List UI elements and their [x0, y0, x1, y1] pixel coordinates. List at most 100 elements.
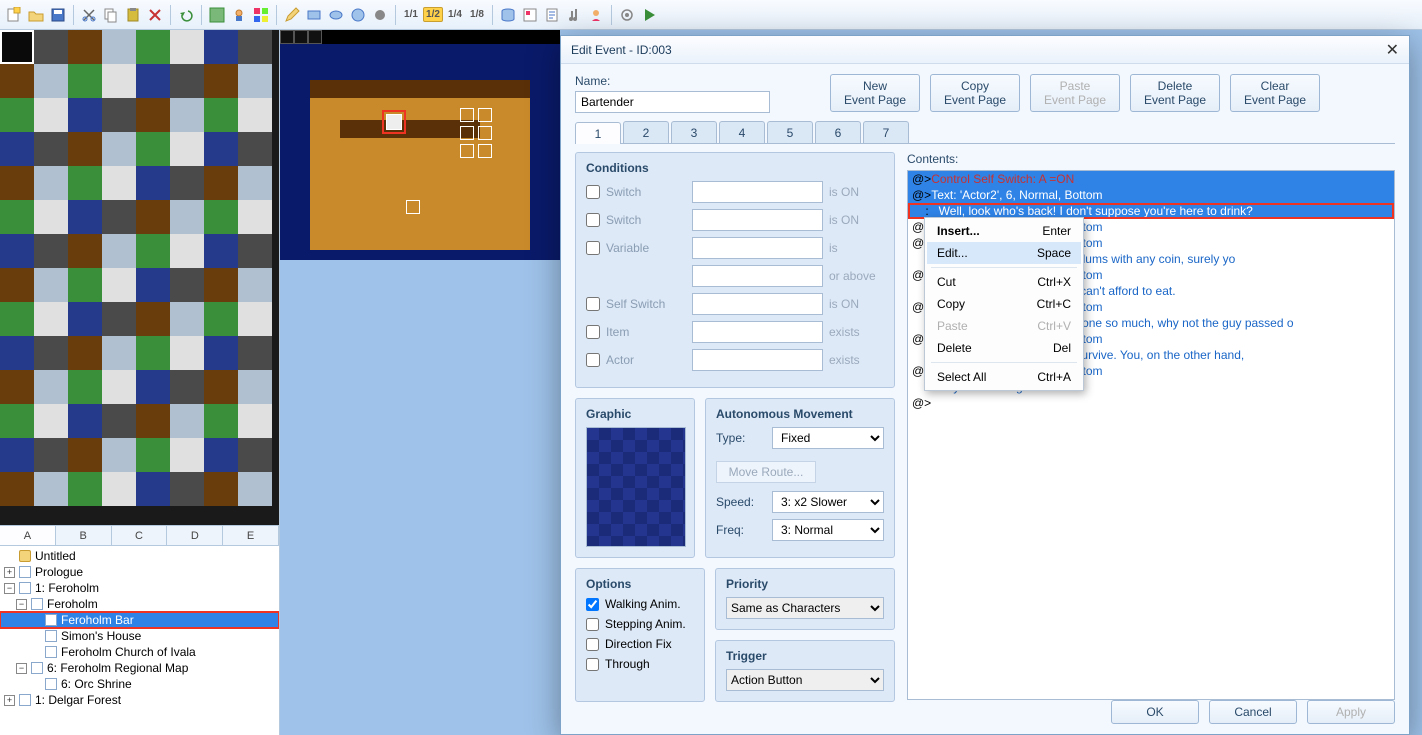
shadow-tool-icon[interactable]	[370, 5, 390, 25]
condition-checkbox[interactable]	[586, 353, 600, 367]
tileset-tab-c[interactable]: C	[112, 526, 168, 545]
graphic-preview[interactable]	[586, 427, 686, 547]
tree-expander-icon[interactable]: +	[4, 567, 15, 578]
event-page-tab-1[interactable]: 1	[575, 122, 621, 144]
condition-combo[interactable]	[692, 321, 823, 343]
save-icon[interactable]	[48, 5, 68, 25]
ctx-copy[interactable]: CopyCtrl+C	[927, 293, 1081, 315]
move-speed-select[interactable]: 3: x2 Slower	[772, 491, 884, 513]
map-tree-item[interactable]: −1: Feroholm	[0, 580, 279, 596]
move-type-select[interactable]: Fixed	[772, 427, 884, 449]
map-tree-item[interactable]: Feroholm Church of Ivala	[0, 644, 279, 660]
new-event-page-button[interactable]: NewEvent Page	[830, 74, 920, 112]
ctx-selectall[interactable]: Select AllCtrl+A	[927, 366, 1081, 388]
event-page-tab-3[interactable]: 3	[671, 121, 717, 143]
event-name-input[interactable]	[575, 91, 770, 113]
event-page-tab-7[interactable]: 7	[863, 121, 909, 143]
zoom-1-8[interactable]: 1/8	[467, 5, 487, 25]
map-tree-item[interactable]: +Prologue	[0, 564, 279, 580]
new-project-icon[interactable]	[4, 5, 24, 25]
cancel-button[interactable]: Cancel	[1209, 700, 1297, 724]
resource-icon[interactable]	[520, 5, 540, 25]
apply-button[interactable]: Apply	[1307, 700, 1395, 724]
map-tree-item[interactable]: 6: Orc Shrine	[0, 676, 279, 692]
event-command-line[interactable]: @>	[908, 395, 1394, 411]
map-canvas[interactable]	[280, 30, 560, 260]
condition-combo[interactable]	[692, 237, 823, 259]
map-tree-item[interactable]: −Feroholm	[0, 596, 279, 612]
close-icon[interactable]: ✕	[1386, 40, 1399, 60]
event-command-line[interactable]: @>Control Self Switch: A =ON	[908, 171, 1394, 187]
copy-icon[interactable]	[101, 5, 121, 25]
tree-expander-icon[interactable]: −	[16, 599, 27, 610]
event-mode-icon[interactable]	[229, 5, 249, 25]
map-tree-item[interactable]: Simon's House	[0, 628, 279, 644]
event-command-line[interactable]: @>Text: 'Actor2', 6, Normal, Bottom	[908, 187, 1394, 203]
dialog-titlebar[interactable]: Edit Event - ID:003 ✕	[561, 36, 1409, 64]
fill-tool-icon[interactable]	[348, 5, 368, 25]
priority-select[interactable]: Same as Characters	[726, 597, 884, 619]
playtest-icon[interactable]	[639, 5, 659, 25]
condition-checkbox[interactable]	[586, 325, 600, 339]
option-checkbox[interactable]	[586, 598, 599, 611]
zoom-1-4[interactable]: 1/4	[445, 5, 465, 25]
delete-event-page-button[interactable]: DeleteEvent Page	[1130, 74, 1220, 112]
option-checkbox[interactable]	[586, 658, 599, 671]
event-page-tab-6[interactable]: 6	[815, 121, 861, 143]
paste-event-page-button[interactable]: PasteEvent Page	[1030, 74, 1120, 112]
tileset-tab-e[interactable]: E	[223, 526, 279, 545]
condition-combo[interactable]	[692, 293, 823, 315]
map-tree-item[interactable]: −6: Feroholm Regional Map	[0, 660, 279, 676]
tileset-tab-a[interactable]: A	[0, 526, 56, 545]
ellipse-tool-icon[interactable]	[326, 5, 346, 25]
tree-expander-icon[interactable]: −	[4, 583, 15, 594]
event-page-tab-2[interactable]: 2	[623, 121, 669, 143]
zoom-1-2[interactable]: 1/2	[423, 5, 443, 25]
character-gen-icon[interactable]	[586, 5, 606, 25]
tileset-tab-d[interactable]: D	[167, 526, 223, 545]
settings-icon[interactable]	[617, 5, 637, 25]
ctx-delete[interactable]: DeleteDel	[927, 337, 1081, 359]
map-tree-item[interactable]: Feroholm Bar	[0, 612, 279, 628]
option-checkbox[interactable]	[586, 638, 599, 651]
condition-checkbox[interactable]	[586, 185, 600, 199]
ok-button[interactable]: OK	[1111, 700, 1199, 724]
map-tree[interactable]: Untitled+Prologue−1: Feroholm−FeroholmFe…	[0, 545, 279, 735]
move-route-button[interactable]: Move Route...	[716, 461, 816, 483]
script-icon[interactable]	[542, 5, 562, 25]
map-mode-icon[interactable]	[207, 5, 227, 25]
undo-icon[interactable]	[176, 5, 196, 25]
sound-icon[interactable]	[564, 5, 584, 25]
zoom-1-1[interactable]: 1/1	[401, 5, 421, 25]
trigger-select[interactable]: Action Button	[726, 669, 884, 691]
option-checkbox[interactable]	[586, 618, 599, 631]
pencil-icon[interactable]	[282, 5, 302, 25]
condition-checkbox[interactable]	[586, 241, 600, 255]
rect-tool-icon[interactable]	[304, 5, 324, 25]
ctx-cut[interactable]: CutCtrl+X	[927, 271, 1081, 293]
tree-expander-icon[interactable]: +	[4, 695, 15, 706]
event-page-tab-5[interactable]: 5	[767, 121, 813, 143]
paste-icon[interactable]	[123, 5, 143, 25]
condition-checkbox[interactable]	[586, 213, 600, 227]
open-icon[interactable]	[26, 5, 46, 25]
region-mode-icon[interactable]	[251, 5, 271, 25]
tree-expander-icon[interactable]: −	[16, 663, 27, 674]
cut-icon[interactable]	[79, 5, 99, 25]
ctx-edit[interactable]: Edit...Space	[927, 242, 1081, 264]
database-icon[interactable]	[498, 5, 518, 25]
delete-icon[interactable]	[145, 5, 165, 25]
map-tree-item[interactable]: Untitled	[0, 548, 279, 564]
tileset-tab-b[interactable]: B	[56, 526, 112, 545]
map-tree-item[interactable]: +1: Delgar Forest	[0, 692, 279, 708]
condition-combo[interactable]	[692, 209, 823, 231]
condition-checkbox[interactable]	[586, 297, 600, 311]
condition-combo[interactable]	[692, 349, 823, 371]
move-freq-select[interactable]: 3: Normal	[772, 519, 884, 541]
event-page-tab-4[interactable]: 4	[719, 121, 765, 143]
condition-combo[interactable]	[692, 181, 823, 203]
tileset-palette[interactable]	[0, 30, 279, 525]
ctx-insert[interactable]: Insert...Enter	[927, 220, 1081, 242]
clear-event-page-button[interactable]: ClearEvent Page	[1230, 74, 1320, 112]
copy-event-page-button[interactable]: CopyEvent Page	[930, 74, 1020, 112]
